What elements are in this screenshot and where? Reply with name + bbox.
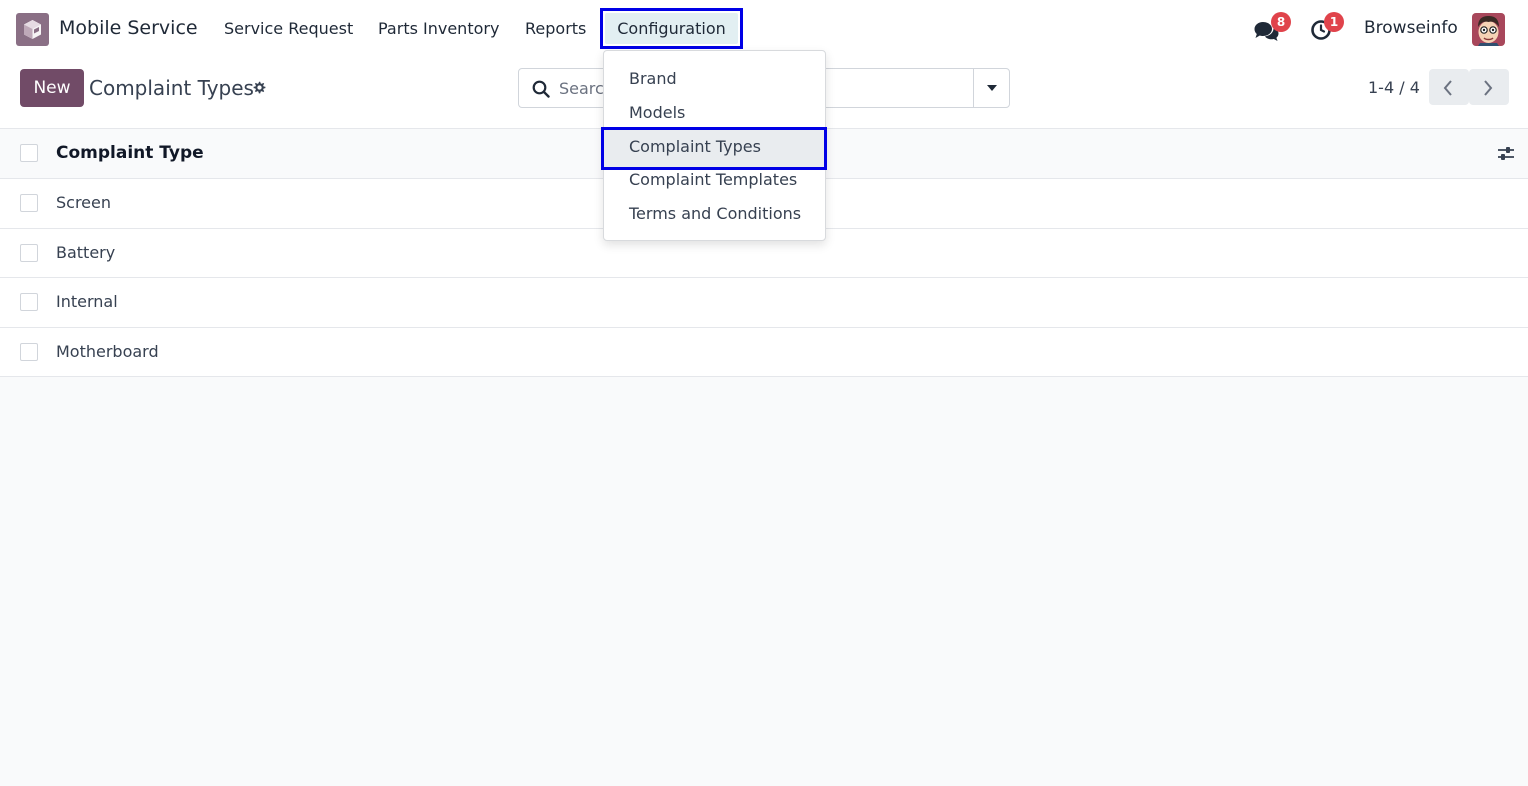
chevron-right-icon <box>1484 80 1493 96</box>
select-all-checkbox[interactable] <box>20 144 38 162</box>
messages-badge: 8 <box>1271 12 1291 32</box>
user-name[interactable]: Browseinfo <box>1364 18 1458 38</box>
row-checkbox[interactable] <box>20 194 38 212</box>
pager-previous-button[interactable] <box>1429 69 1469 105</box>
menu-service-request[interactable]: Service Request <box>224 19 353 38</box>
menu-parts-inventory[interactable]: Parts Inventory <box>378 19 499 38</box>
caret-down-icon <box>987 85 997 91</box>
column-header-complaint-type[interactable]: Complaint Type <box>56 143 204 163</box>
page-title: Complaint Types <box>89 76 254 100</box>
menu-configuration-highlight: Configuration <box>600 8 743 49</box>
dropdown-item-complaint-types-label: Complaint Types <box>629 137 761 156</box>
app-name[interactable]: Mobile Service <box>59 17 198 39</box>
search-options-toggle[interactable] <box>973 69 1009 107</box>
new-button[interactable]: New <box>20 69 84 107</box>
row-checkbox[interactable] <box>20 293 38 311</box>
row-label[interactable]: Battery <box>56 243 115 262</box>
chevron-left-icon <box>1443 80 1452 96</box>
dropdown-item-complaint-types-highlight: Complaint Types <box>601 127 827 170</box>
search-icon <box>532 80 550 98</box>
dropdown-item-models[interactable]: Models <box>629 103 685 122</box>
app-logo-icon[interactable] <box>16 13 49 46</box>
activities-badge: 1 <box>1324 12 1344 32</box>
row-label[interactable]: Internal <box>56 292 118 311</box>
pager-next-button[interactable] <box>1469 69 1509 105</box>
dropdown-item-terms-and-conditions[interactable]: Terms and Conditions <box>629 204 801 223</box>
menu-reports[interactable]: Reports <box>525 19 586 38</box>
user-avatar[interactable] <box>1472 13 1505 46</box>
row-checkbox[interactable] <box>20 342 38 361</box>
menu-configuration[interactable]: Configuration <box>605 13 738 44</box>
dropdown-item-complaint-templates[interactable]: Complaint Templates <box>629 170 797 189</box>
gear-icon[interactable] <box>252 80 267 95</box>
optional-columns-icon[interactable] <box>1497 145 1515 163</box>
configuration-dropdown-menu: Brand Models Complaint Types Complaint T… <box>601 50 827 241</box>
dropdown-item-complaint-types[interactable]: Complaint Types <box>604 130 824 167</box>
row-label[interactable]: Screen <box>56 193 111 212</box>
messages-button[interactable]: 8 <box>1254 12 1291 42</box>
table-row[interactable]: Motherboard <box>0 327 1528 377</box>
row-label[interactable]: Motherboard <box>56 342 159 361</box>
activities-button[interactable]: 1 <box>1310 12 1344 42</box>
pager-value[interactable]: 1-4 / 4 <box>1368 78 1420 97</box>
dropdown-item-brand[interactable]: Brand <box>629 69 677 88</box>
row-checkbox[interactable] <box>20 243 38 262</box>
table-row[interactable]: Internal <box>0 278 1528 328</box>
